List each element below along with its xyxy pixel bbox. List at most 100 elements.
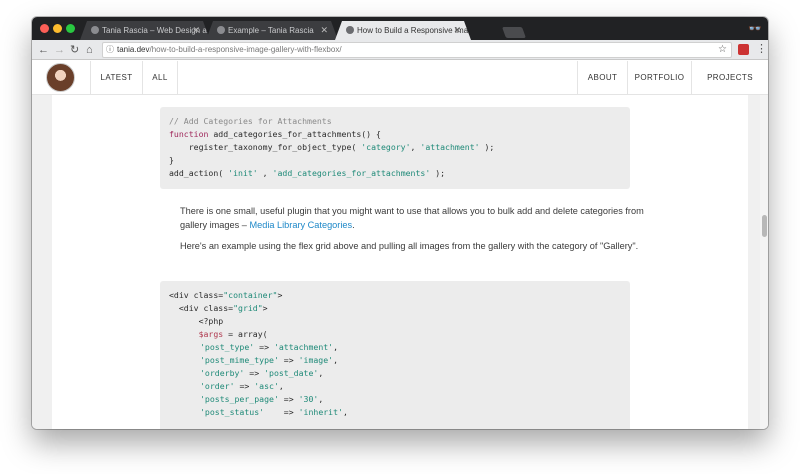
paragraph-text: . xyxy=(352,219,355,230)
code-string: "grid" xyxy=(233,303,263,313)
code-variable: $args xyxy=(169,329,224,339)
scrollbar-thumb[interactable] xyxy=(762,215,767,237)
code-text: , xyxy=(342,407,348,417)
code-block-php-categories: // Add Categories for Attachments functi… xyxy=(160,107,630,189)
browser-tab-3[interactable]: How to Build a Responsive Ima ✕ xyxy=(335,21,471,40)
address-bar[interactable]: ⓘ tania.dev/how-to-build-a-responsive-im… xyxy=(102,42,732,58)
page-scrollbar[interactable] xyxy=(760,95,768,429)
code-string: 'attachment' xyxy=(273,342,334,352)
code-line: 'orderby' => 'post_date', xyxy=(200,367,323,380)
code-line: function add_categories_for_attachments(… xyxy=(169,128,381,141)
code-string: 'attachment' xyxy=(420,142,480,152)
code-line: <?php xyxy=(169,315,224,328)
code-string: 'inherit' xyxy=(298,407,343,417)
code-block-gallery-markup: <div class="container"> <div class="grid… xyxy=(160,281,630,429)
minimize-window-button[interactable] xyxy=(53,24,62,33)
code-string: '30' xyxy=(298,394,319,404)
nav-all[interactable]: ALL xyxy=(142,61,178,95)
code-text: , xyxy=(278,381,284,391)
code-string: 'add_categories_for_attachments' xyxy=(272,168,431,178)
code-text: <div class= xyxy=(169,303,234,313)
code-text: > xyxy=(262,303,268,313)
code-text: add_action( xyxy=(169,168,229,178)
code-text: , xyxy=(333,342,339,352)
nav-projects[interactable]: PROJECTS xyxy=(691,61,768,95)
code-string: "container" xyxy=(223,290,278,300)
home-icon[interactable]: ⌂ xyxy=(86,42,93,58)
code-text: , xyxy=(410,142,421,152)
reload-icon[interactable]: ↻ xyxy=(70,42,79,58)
menu-dots-icon[interactable]: ⋮ xyxy=(756,42,767,55)
article-body: // Add Categories for Attachments functi… xyxy=(52,95,748,429)
page-viewport: // Add Categories for Attachments functi… xyxy=(32,95,768,429)
code-string: 'orderby' xyxy=(200,368,245,378)
code-line: $args = array( xyxy=(169,328,268,341)
browser-window: Tania Rascia – Web Design and ✕ Example … xyxy=(32,17,768,429)
back-icon[interactable]: ← xyxy=(38,42,49,58)
code-text: register_taxonomy_for_object_type( xyxy=(169,142,362,152)
code-line: 'posts_per_page' => '30', xyxy=(200,393,323,406)
code-text: , xyxy=(333,355,339,365)
code-text: <div class= xyxy=(169,290,224,300)
code-text: ); xyxy=(479,142,495,152)
tab-favicon-icon xyxy=(346,26,354,34)
code-text: => xyxy=(254,342,274,352)
code-text: => xyxy=(264,407,299,417)
paragraph-plugin: There is one small, useful plugin that y… xyxy=(180,205,658,232)
browser-toolbar: ← → ↻ ⌂ ⓘ tania.dev/how-to-build-a-respo… xyxy=(32,40,768,60)
code-line: add_action( 'init' , 'add_categories_for… xyxy=(169,167,445,180)
code-line: 'post_mime_type' => 'image', xyxy=(200,354,338,367)
code-string: 'init' xyxy=(228,168,258,178)
new-tab-button[interactable] xyxy=(501,27,527,38)
code-text: ); xyxy=(430,168,446,178)
media-library-categories-link[interactable]: Media Library Categories xyxy=(249,220,352,230)
code-line: 'post_status' => 'inherit', xyxy=(200,406,348,419)
zoom-window-button[interactable] xyxy=(66,24,75,33)
code-string: 'post_date' xyxy=(264,368,319,378)
code-string: 'post_mime_type' xyxy=(200,355,279,365)
tab-title: Example – Tania Rascia xyxy=(228,26,314,35)
site-header: LATEST ALL ABOUT PORTFOLIO PROJECTS xyxy=(32,61,768,95)
code-line: 'post_type' => 'attachment', xyxy=(200,341,338,354)
browser-tab-1[interactable]: Tania Rascia – Web Design and ✕ xyxy=(80,21,210,40)
close-window-button[interactable] xyxy=(40,24,49,33)
code-text: } xyxy=(169,155,174,165)
code-text: => xyxy=(234,381,255,391)
code-text: <?php xyxy=(169,316,224,326)
code-line: } xyxy=(169,154,174,167)
browser-tab-2[interactable]: Example – Tania Rascia ✕ xyxy=(206,21,338,40)
extension-icon[interactable] xyxy=(738,44,749,55)
tab-favicon-icon xyxy=(217,26,225,34)
nav-portfolio[interactable]: PORTFOLIO xyxy=(627,61,691,95)
code-string: 'category' xyxy=(361,142,411,152)
code-string: 'post_type' xyxy=(200,342,255,352)
site-info-icon[interactable]: ⓘ xyxy=(106,43,114,57)
code-text: add_categories_for_attachments() { xyxy=(208,129,381,139)
code-comment: // Add Categories for Attachments xyxy=(169,116,332,126)
incognito-icon: 👓 xyxy=(748,23,762,35)
bookmark-star-icon[interactable]: ☆ xyxy=(718,43,727,57)
code-line: register_taxonomy_for_object_type( 'cate… xyxy=(169,141,495,154)
code-line: <div class="container"> xyxy=(169,289,282,302)
avatar[interactable] xyxy=(46,63,75,92)
code-string: 'asc' xyxy=(254,381,279,391)
nav-about[interactable]: ABOUT xyxy=(577,61,627,95)
code-line: 'order' => 'asc', xyxy=(200,380,284,393)
url-path: /how-to-build-a-responsive-image-gallery… xyxy=(149,45,342,54)
code-text: => xyxy=(278,394,299,404)
code-string: 'image' xyxy=(298,355,334,365)
url-domain: tania.dev xyxy=(117,45,150,54)
code-line: <div class="grid"> xyxy=(169,302,268,315)
forward-icon[interactable]: → xyxy=(54,42,65,58)
tab-close-icon[interactable]: ✕ xyxy=(320,21,328,40)
nav-latest[interactable]: LATEST xyxy=(90,61,142,95)
code-text: > xyxy=(277,290,283,300)
tab-close-icon[interactable]: ✕ xyxy=(453,21,461,40)
code-text: = array( xyxy=(223,329,268,339)
tab-favicon-icon xyxy=(91,26,99,34)
code-text: , xyxy=(318,368,324,378)
paragraph-example: Here's an example using the flex grid ab… xyxy=(180,241,639,251)
code-string: 'posts_per_page' xyxy=(200,394,279,404)
tab-close-icon[interactable]: ✕ xyxy=(192,21,200,40)
code-line: // Add Categories for Attachments xyxy=(169,115,332,128)
